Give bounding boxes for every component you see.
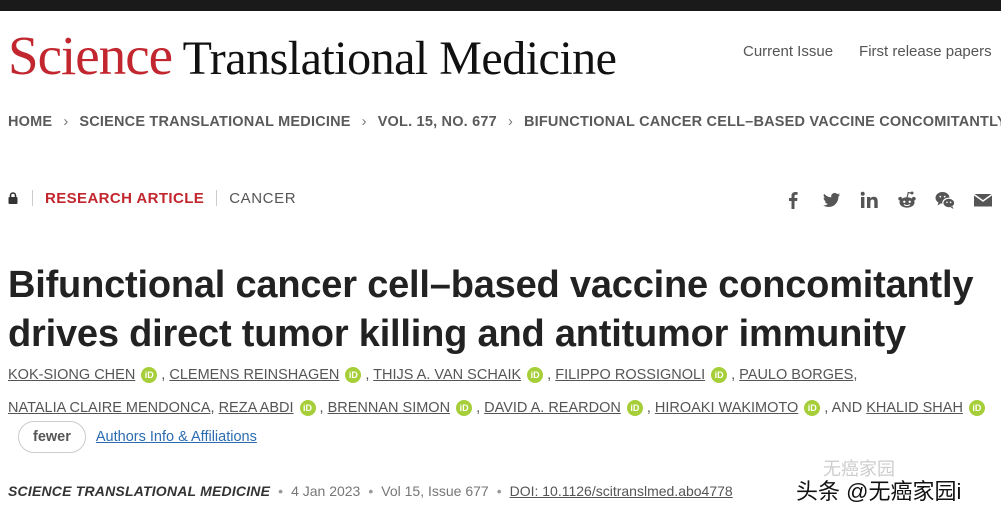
breadcrumb: HOME › SCIENCE TRANSLATIONAL MEDICINE › VOL.… (8, 114, 1001, 130)
linkedin-icon[interactable] (858, 189, 880, 211)
breadcrumb-journal[interactable]: SCIENCE TRANSLATIONAL MEDICINE (79, 114, 350, 130)
orcid-icon[interactable]: iD (456, 400, 473, 416)
separator-dot: • (368, 483, 374, 499)
facebook-icon[interactable] (782, 189, 804, 211)
separator-dot: • (278, 483, 284, 499)
wechat-icon[interactable] (934, 189, 956, 211)
logo-science: Science (8, 25, 173, 86)
journal-logo[interactable]: Science Translational Medicine (8, 25, 617, 86)
author-link[interactable]: NATALIA CLAIRE MENDONCA (8, 400, 211, 416)
author-link[interactable]: FILIPPO ROSSIGNOLI (555, 367, 705, 383)
orcid-icon[interactable]: iD (626, 400, 643, 416)
logo-translational-medicine: Translational Medicine (172, 32, 617, 85)
email-icon[interactable] (972, 189, 994, 211)
authors-affiliations-link[interactable]: Authors Info & Affiliations (96, 429, 257, 445)
citation-journal: SCIENCE TRANSLATIONAL MEDICINE (8, 483, 271, 499)
author-list: KOK-SIONG CHEN iD, CLEMENS REINSHAGEN iD, … (8, 359, 1001, 425)
breadcrumb-current: BIFUNCTIONAL CANCER CELL–BASED VACCINE C… (523, 114, 1001, 130)
site-header: Science Translational Medicine Current I… (0, 11, 1001, 91)
share-bar (782, 189, 1001, 211)
orcid-icon[interactable]: iD (299, 400, 316, 416)
top-navigation: Current Issue First release papers (743, 43, 1001, 60)
chevron-right-icon: › (361, 114, 367, 130)
doi-link[interactable]: DOI: 10.1126/scitranslmed.abo4778 (510, 483, 733, 499)
citation-issue[interactable]: Vol 15, Issue 677 (381, 483, 488, 499)
author-link[interactable]: REZA ABDI (219, 400, 294, 416)
reddit-icon[interactable] (896, 189, 918, 211)
orcid-icon[interactable]: iD (141, 367, 158, 383)
chevron-right-icon: › (63, 114, 69, 130)
divider (216, 190, 218, 206)
author-controls: fewer Authors Info & Affiliations (18, 421, 257, 453)
orcid-icon[interactable]: iD (711, 367, 728, 383)
article-type[interactable]: RESEARCH ARTICLE (45, 190, 204, 207)
and-label: AND (831, 400, 863, 416)
orcid-icon[interactable]: iD (345, 367, 362, 383)
author-link[interactable]: THIJS A. VAN SCHAIK (373, 367, 521, 383)
divider (32, 190, 33, 206)
fewer-authors-button[interactable]: fewer (18, 421, 86, 453)
twitter-icon[interactable] (820, 189, 842, 211)
author-link[interactable]: DAVID A. REARDON (484, 400, 621, 416)
article-meta: RESEARCH ARTICLE CANCER (8, 190, 296, 207)
author-link[interactable]: CLEMENS REINSHAGEN (169, 367, 339, 383)
author-link[interactable]: BRENNAN SIMON (328, 400, 450, 416)
orcid-icon[interactable]: iD (527, 367, 544, 383)
orcid-icon[interactable]: iD (804, 400, 821, 416)
breadcrumb-volume[interactable]: VOL. 15, NO. 677 (378, 114, 497, 130)
nav-first-release-papers[interactable]: First release papers (859, 43, 992, 60)
author-link[interactable]: HIROAKI WAKIMOTO (655, 400, 798, 416)
author-line-1: KOK-SIONG CHEN iD, CLEMENS REINSHAGEN iD, … (8, 367, 858, 383)
citation-date: 4 Jan 2023 (291, 483, 361, 499)
article-title: Bifunctional cancer cell–based vaccine c… (8, 264, 974, 356)
watermark-main: 头条 @无癌家园i (796, 479, 962, 504)
top-bar (0, 0, 1001, 11)
separator-dot: • (496, 483, 502, 499)
author-link[interactable]: KOK-SIONG CHEN (8, 367, 135, 383)
breadcrumb-home[interactable]: HOME (8, 114, 52, 130)
article-subject[interactable]: CANCER (229, 190, 296, 207)
nav-current-issue[interactable]: Current Issue (743, 43, 833, 60)
orcid-icon[interactable]: iD (968, 400, 985, 416)
author-link[interactable]: KHALID SHAH (866, 400, 963, 416)
author-link[interactable]: PAULO BORGES (739, 367, 853, 383)
lock-icon (8, 192, 18, 204)
chevron-right-icon: › (507, 114, 513, 130)
citation-line: SCIENCE TRANSLATIONAL MEDICINE • 4 Jan 202… (8, 483, 733, 499)
